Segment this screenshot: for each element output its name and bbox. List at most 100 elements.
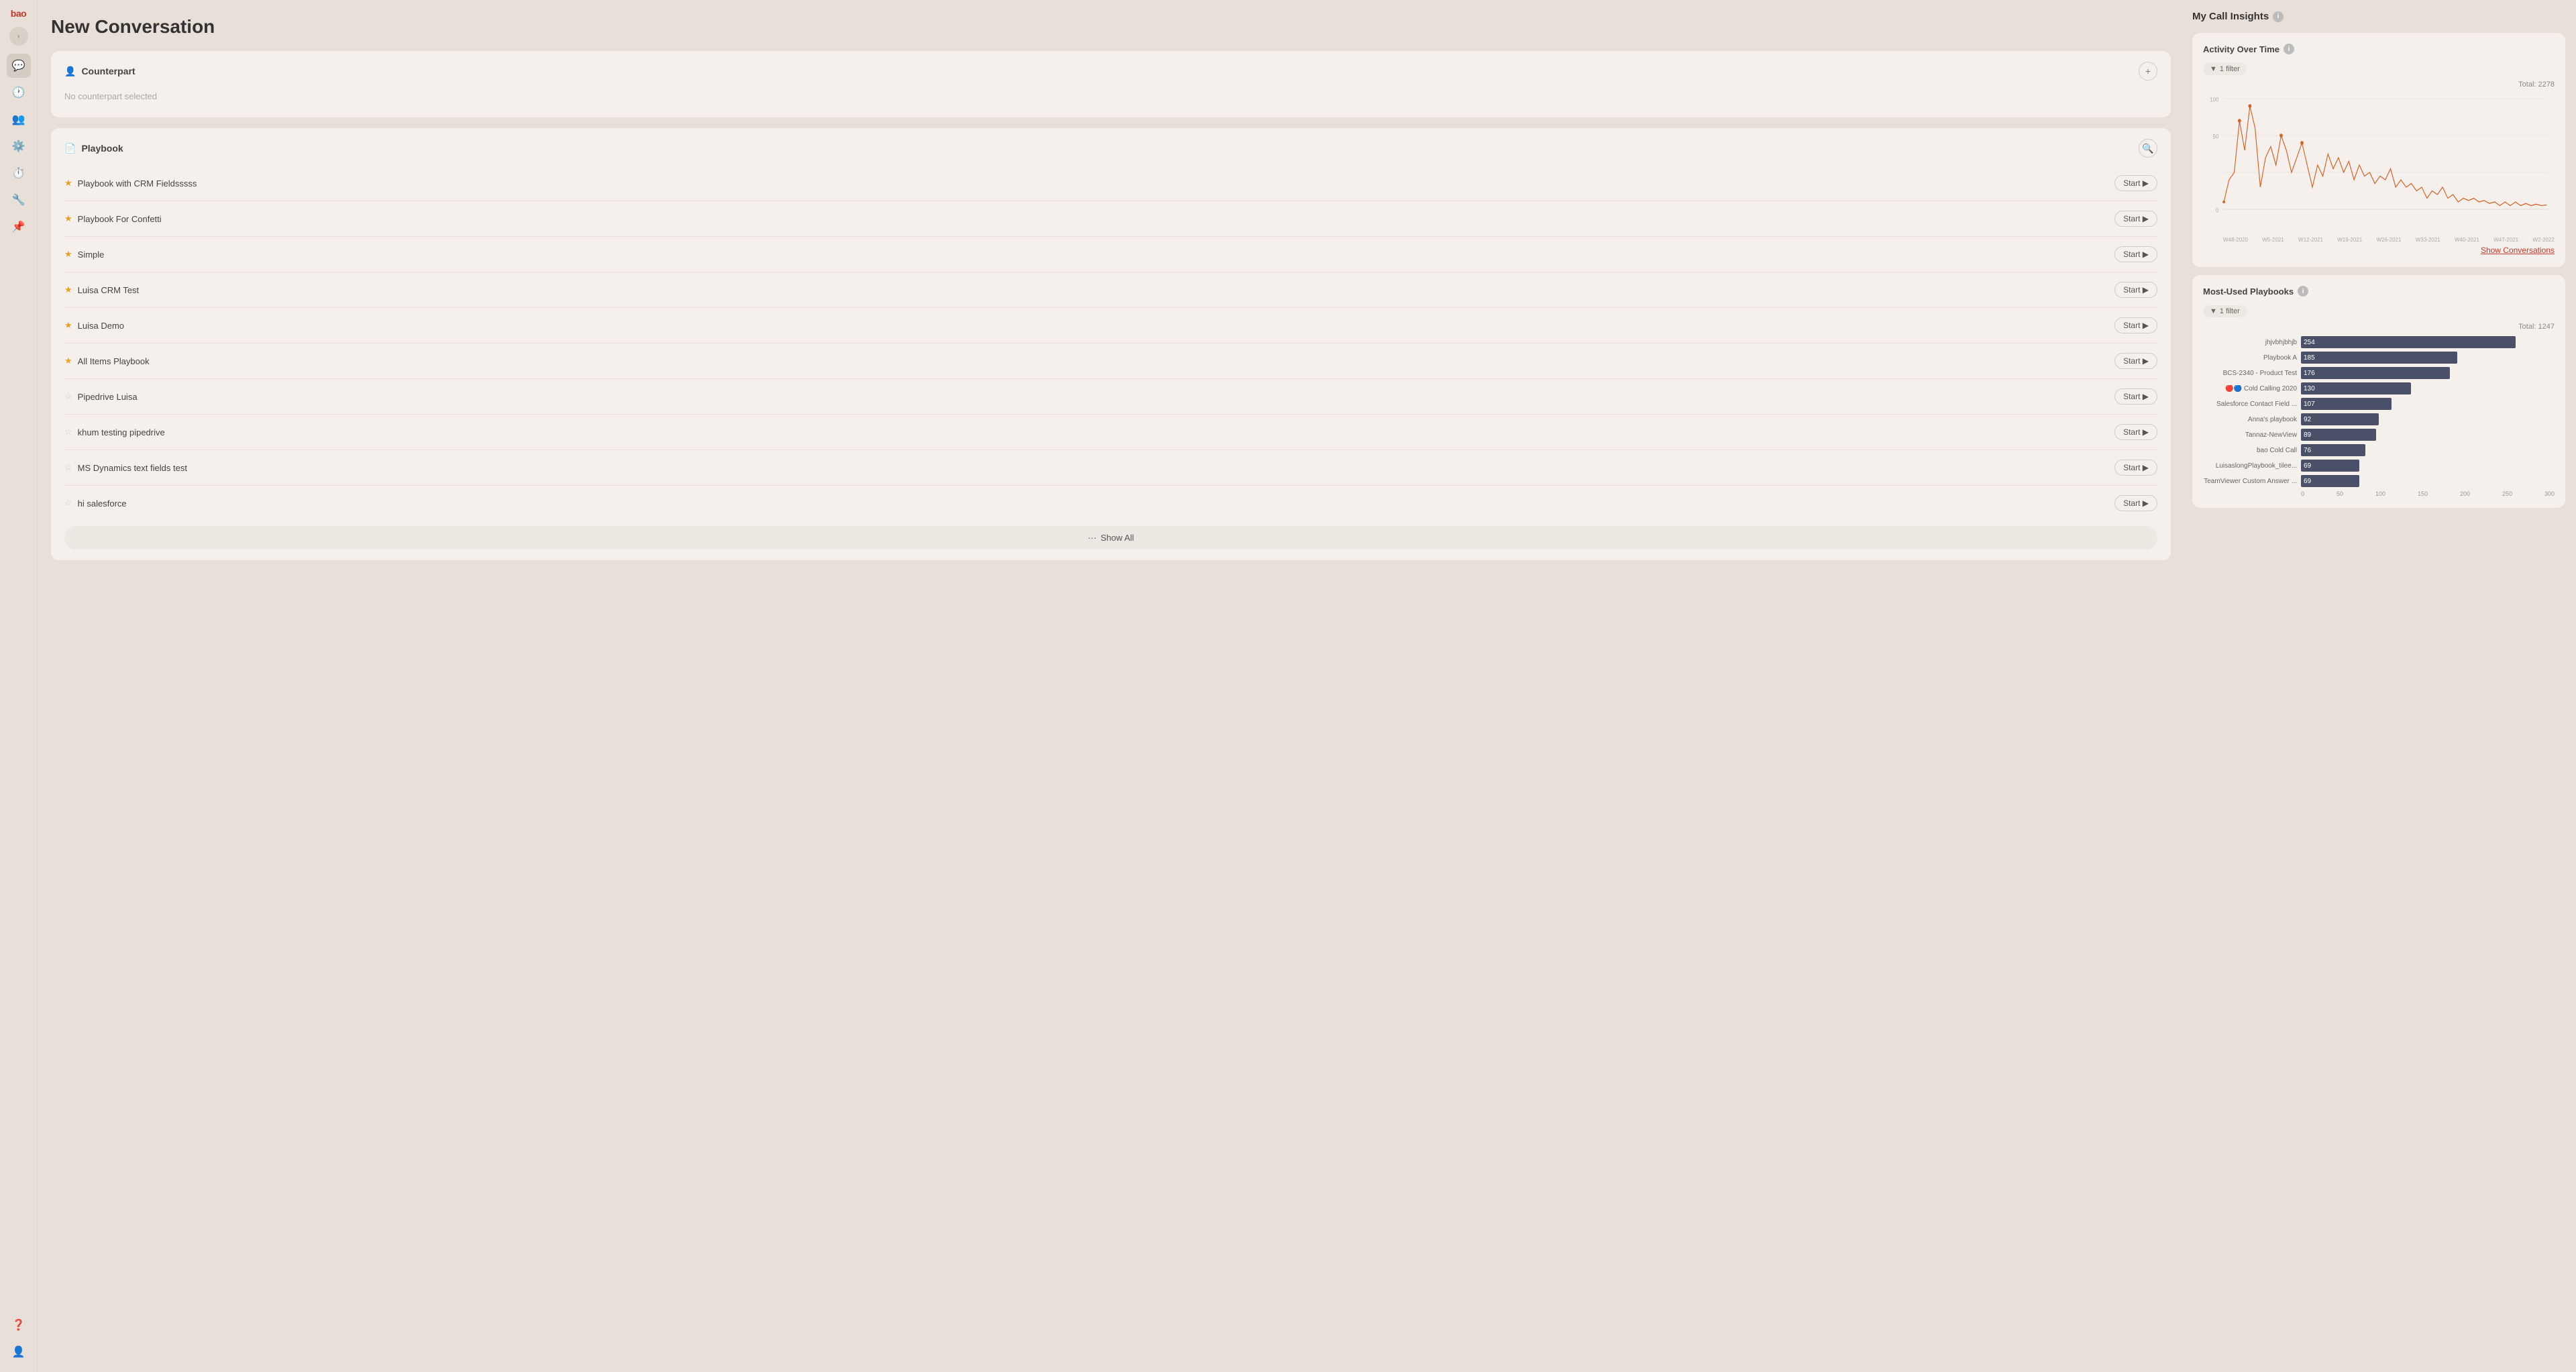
sidebar-item-profile[interactable]: 👤 (7, 1340, 31, 1364)
bar-row: jhjvbhjbhjb 254 (2203, 336, 2555, 348)
playbook-item: ☆ Pipedrive Luisa Start ▶ (64, 379, 2157, 415)
playbook-card: 📄 Playbook 🔍 ★ Playbook with CRM Fieldss… (51, 128, 2171, 560)
playbook-header-left: 📄 Playbook (64, 143, 123, 154)
start-button[interactable]: Start ▶ (2114, 495, 2157, 511)
bar-label: LuisaslongPlaybook_tilee... (2203, 462, 2297, 470)
counterpart-add-button[interactable]: + (2139, 62, 2157, 81)
bar-row: BCS-2340 - Product Test 176 (2203, 367, 2555, 379)
sidebar-item-tool[interactable]: 🔧 (7, 188, 31, 212)
bar-label: Anna's playbook (2203, 416, 2297, 423)
activity-card: Activity Over Time i ▼ 1 filter Total: 2… (2192, 33, 2565, 267)
sidebar: bao › 💬 🕐 👥 ⚙️ ⏱️ 🔧 📌 ❓ 👤 (0, 0, 38, 1372)
star-icon[interactable]: ★ (64, 249, 72, 260)
playbooks-filter-button[interactable]: ▼ 1 filter (2203, 305, 2247, 317)
start-button[interactable]: Start ▶ (2114, 460, 2157, 476)
playbook-item-left: ★ All Items Playbook (64, 356, 150, 366)
playbook-item-name: khum testing pipedrive (78, 427, 165, 437)
playbook-item-name: Simple (78, 250, 105, 260)
playbook-item-left: ★ Playbook For Confetti (64, 213, 162, 224)
bar-value: 254 (2304, 339, 2315, 346)
start-button[interactable]: Start ▶ (2114, 317, 2157, 333)
sidebar-expand-button[interactable]: › (9, 27, 28, 46)
activity-filter-button[interactable]: ▼ 1 filter (2203, 63, 2247, 75)
playbook-icon: 📄 (64, 143, 76, 154)
start-button[interactable]: Start ▶ (2114, 388, 2157, 405)
bar-row: LuisaslongPlaybook_tilee... 69 (2203, 460, 2555, 472)
bar-row: 🔴🔵 Cold Calling 2020 130 (2203, 382, 2555, 394)
playbook-item-name: Luisa CRM Test (78, 285, 140, 295)
activity-chart: 100 50 0 W48-2020W5-2021W12-2021W (2203, 91, 2555, 239)
bar-fill: 89 (2301, 429, 2376, 441)
star-icon[interactable]: ☆ (64, 498, 72, 509)
star-icon[interactable]: ☆ (64, 391, 72, 402)
show-conversations-button[interactable]: Show Conversations (2481, 246, 2555, 255)
playbook-search-button[interactable]: 🔍 (2139, 139, 2157, 158)
playbook-item-left: ☆ hi salesforce (64, 498, 127, 509)
bar-track: 76 (2301, 444, 2555, 456)
bar-track: 89 (2301, 429, 2555, 441)
bar-value: 69 (2304, 462, 2311, 470)
svg-text:0: 0 (2216, 207, 2219, 214)
playbook-item-name: All Items Playbook (78, 356, 150, 366)
bar-label: TeamViewer Custom Answer ... (2203, 478, 2297, 485)
playbook-item-left: ☆ khum testing pipedrive (64, 427, 165, 437)
sidebar-item-settings[interactable]: ⚙️ (7, 134, 31, 158)
start-button[interactable]: Start ▶ (2114, 246, 2157, 262)
star-icon[interactable]: ★ (64, 320, 72, 331)
sidebar-item-chat[interactable]: 💬 (7, 54, 31, 78)
playbook-item: ★ Playbook For Confetti Start ▶ (64, 201, 2157, 237)
show-all-button[interactable]: ··· Show All (64, 526, 2157, 549)
start-button[interactable]: Start ▶ (2114, 175, 2157, 191)
star-icon[interactable]: ★ (64, 213, 72, 224)
counterpart-icon: 👤 (64, 66, 76, 77)
bar-track: 69 (2301, 460, 2555, 472)
sidebar-item-pin[interactable]: 📌 (7, 215, 31, 239)
logo: bao (11, 8, 26, 19)
bar-label: 🔴🔵 Cold Calling 2020 (2203, 385, 2297, 392)
start-button[interactable]: Start ▶ (2114, 211, 2157, 227)
star-icon[interactable]: ★ (64, 284, 72, 295)
bar-row: Playbook A 185 (2203, 352, 2555, 364)
insights-title-text: My Call Insights (2192, 11, 2269, 22)
playbook-item-name: Playbook with CRM Fieldsssss (78, 178, 197, 189)
playbook-item: ☆ MS Dynamics text fields test Start ▶ (64, 450, 2157, 486)
playbooks-total: Total: 1247 (2203, 323, 2555, 331)
activity-info-icon[interactable]: i (2284, 44, 2294, 54)
start-button[interactable]: Start ▶ (2114, 353, 2157, 369)
star-icon[interactable]: ★ (64, 178, 72, 189)
bar-track: 185 (2301, 352, 2555, 364)
star-icon[interactable]: ☆ (64, 462, 72, 473)
svg-text:50: 50 (2213, 133, 2219, 140)
sidebar-item-timer[interactable]: ⏱️ (7, 161, 31, 185)
bar-label: bao Cold Call (2203, 447, 2297, 454)
counterpart-header: 👤 Counterpart + (64, 62, 2157, 81)
bar-fill: 69 (2301, 460, 2359, 472)
sidebar-item-help[interactable]: ❓ (7, 1313, 31, 1337)
left-panel: New Conversation 👤 Counterpart + No coun… (38, 0, 2187, 1372)
bar-fill: 107 (2301, 398, 2392, 410)
bar-label: jhjvbhjbhjb (2203, 339, 2297, 346)
show-all-label: Show All (1101, 533, 1134, 543)
svg-text:100: 100 (2210, 96, 2218, 103)
insights-info-icon[interactable]: i (2273, 11, 2284, 22)
playbook-item: ☆ khum testing pipedrive Start ▶ (64, 415, 2157, 450)
playbook-item-name: Luisa Demo (78, 321, 124, 331)
start-button[interactable]: Start ▶ (2114, 282, 2157, 298)
playbooks-info-icon[interactable]: i (2298, 286, 2308, 297)
bar-row: bao Cold Call 76 (2203, 444, 2555, 456)
bar-row: Tannaz-NewView 89 (2203, 429, 2555, 441)
sidebar-item-clock[interactable]: 🕐 (7, 81, 31, 105)
main-content: New Conversation 👤 Counterpart + No coun… (38, 0, 2576, 1372)
bar-value: 69 (2304, 478, 2311, 485)
insights-title: My Call Insights i (2192, 11, 2565, 22)
star-icon[interactable]: ★ (64, 356, 72, 366)
playbook-label: Playbook (81, 143, 123, 154)
star-icon[interactable]: ☆ (64, 427, 72, 437)
playbook-item: ☆ hi salesforce Start ▶ (64, 486, 2157, 521)
sidebar-item-users[interactable]: 👥 (7, 107, 31, 131)
counterpart-header-left: 👤 Counterpart (64, 66, 136, 77)
playbooks-filter-label: 1 filter (2220, 307, 2240, 315)
bar-label: Salesforce Contact Field ... (2203, 401, 2297, 408)
start-button[interactable]: Start ▶ (2114, 424, 2157, 440)
activity-x-axis: W48-2020W5-2021W12-2021W19-2021W26-2021W… (2223, 237, 2555, 243)
